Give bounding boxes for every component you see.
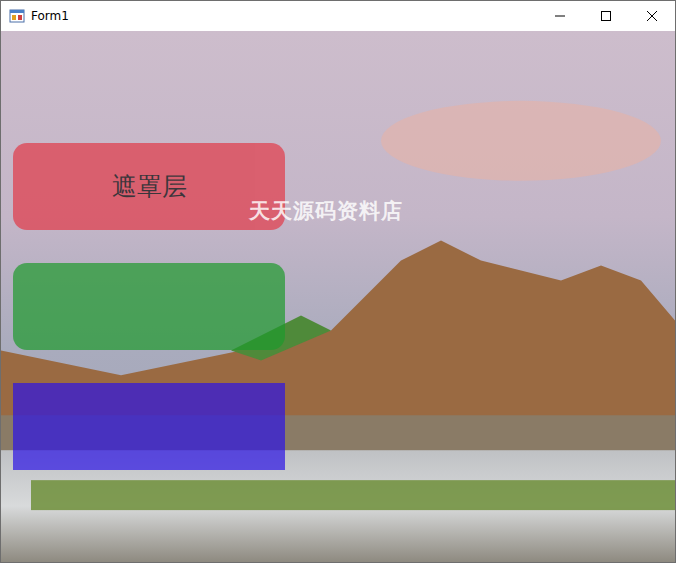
title-bar[interactable]: Form1 [1, 1, 675, 31]
watermark: 天天源码资料店 [249, 197, 403, 225]
panel-column: 遮罩层 [1, 31, 675, 470]
maximize-icon [600, 10, 612, 22]
panel-label: 遮罩层 [104, 166, 195, 207]
form-icon [9, 8, 25, 24]
form-window: Form1 遮罩层天天源码资料店 [0, 0, 676, 563]
window-title: Form1 [31, 9, 537, 23]
minimize-button[interactable] [537, 1, 583, 31]
minimize-icon [554, 10, 566, 22]
mask-panel [13, 263, 285, 350]
mask-panel [13, 383, 285, 470]
client-area: 遮罩层天天源码资料店 [1, 31, 675, 562]
maximize-button[interactable] [583, 1, 629, 31]
close-button[interactable] [629, 1, 675, 31]
close-icon [646, 10, 658, 22]
mask-panel: 遮罩层 [13, 143, 285, 230]
